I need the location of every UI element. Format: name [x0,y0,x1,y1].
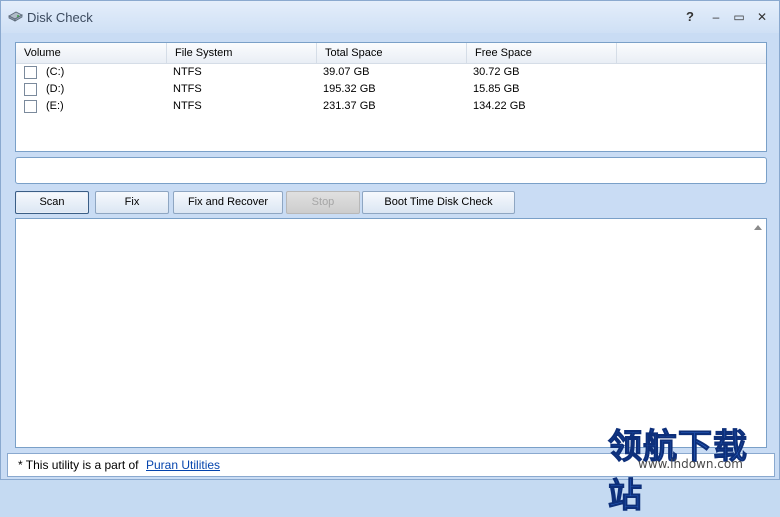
scan-log-area[interactable] [15,218,767,448]
status-field [15,157,767,184]
fix-button[interactable]: Fix [95,191,169,214]
column-header-volume[interactable]: Volume [16,43,167,63]
boot-time-disk-check-button[interactable]: Boot Time Disk Check [362,191,515,214]
volume-free-space: 15.85 GB [473,83,520,95]
volume-file-system: NTFS [173,100,202,112]
volume-free-space: 134.22 GB [473,100,526,112]
column-header-file-system[interactable]: File System [167,43,317,63]
stop-button: Stop [286,191,360,214]
watermark-logo: 领航下载站 www.lhdown.com [608,419,774,517]
volume-name: (C:) [46,66,65,78]
volume-checkbox-e[interactable] [24,100,37,113]
volume-name: (D:) [46,83,65,95]
volume-free-space: 30.72 GB [473,66,520,78]
column-header-total-space[interactable]: Total Space [317,43,467,63]
volume-checkbox-d[interactable] [24,83,37,96]
volume-total-space: 39.07 GB [323,66,370,78]
volume-list-header: Volume File System Total Space Free Spac… [16,43,766,64]
volume-row-e[interactable]: (E:) NTFS 231.37 GB 134.22 GB [16,98,766,115]
column-header-free-space[interactable]: Free Space [467,43,617,63]
window-title: Disk Check [27,10,93,25]
scan-button[interactable]: Scan [15,191,89,214]
volume-checkbox-c[interactable] [24,66,37,79]
maximize-icon[interactable]: ▭ [730,8,748,26]
disk-check-window: Disk Check ? ‒ ▭ ✕ Volume File System To… [0,0,780,517]
volume-row-c[interactable]: (C:) NTFS 39.07 GB 30.72 GB [16,64,766,81]
puran-utilities-link[interactable]: Puran Utilities [146,454,220,476]
footer-text: * This utility is a part of [18,458,139,472]
fix-and-recover-button[interactable]: Fix and Recover [173,191,283,214]
help-icon[interactable]: ? [681,8,699,26]
disk-icon [8,11,23,22]
close-icon[interactable]: ✕ [753,8,771,26]
volume-file-system: NTFS [173,66,202,78]
watermark-url: www.lhdown.com [638,457,743,471]
volume-file-system: NTFS [173,83,202,95]
volume-total-space: 231.37 GB [323,100,376,112]
minimize-icon[interactable]: ‒ [707,8,725,26]
volume-name: (E:) [46,100,64,112]
title-bar: Disk Check ? ‒ ▭ ✕ [1,1,779,33]
volume-row-d[interactable]: (D:) NTFS 195.32 GB 15.85 GB [16,81,766,98]
volume-total-space: 195.32 GB [323,83,376,95]
scroll-up-arrow-icon[interactable] [754,225,762,230]
volume-list[interactable]: Volume File System Total Space Free Spac… [15,42,767,152]
